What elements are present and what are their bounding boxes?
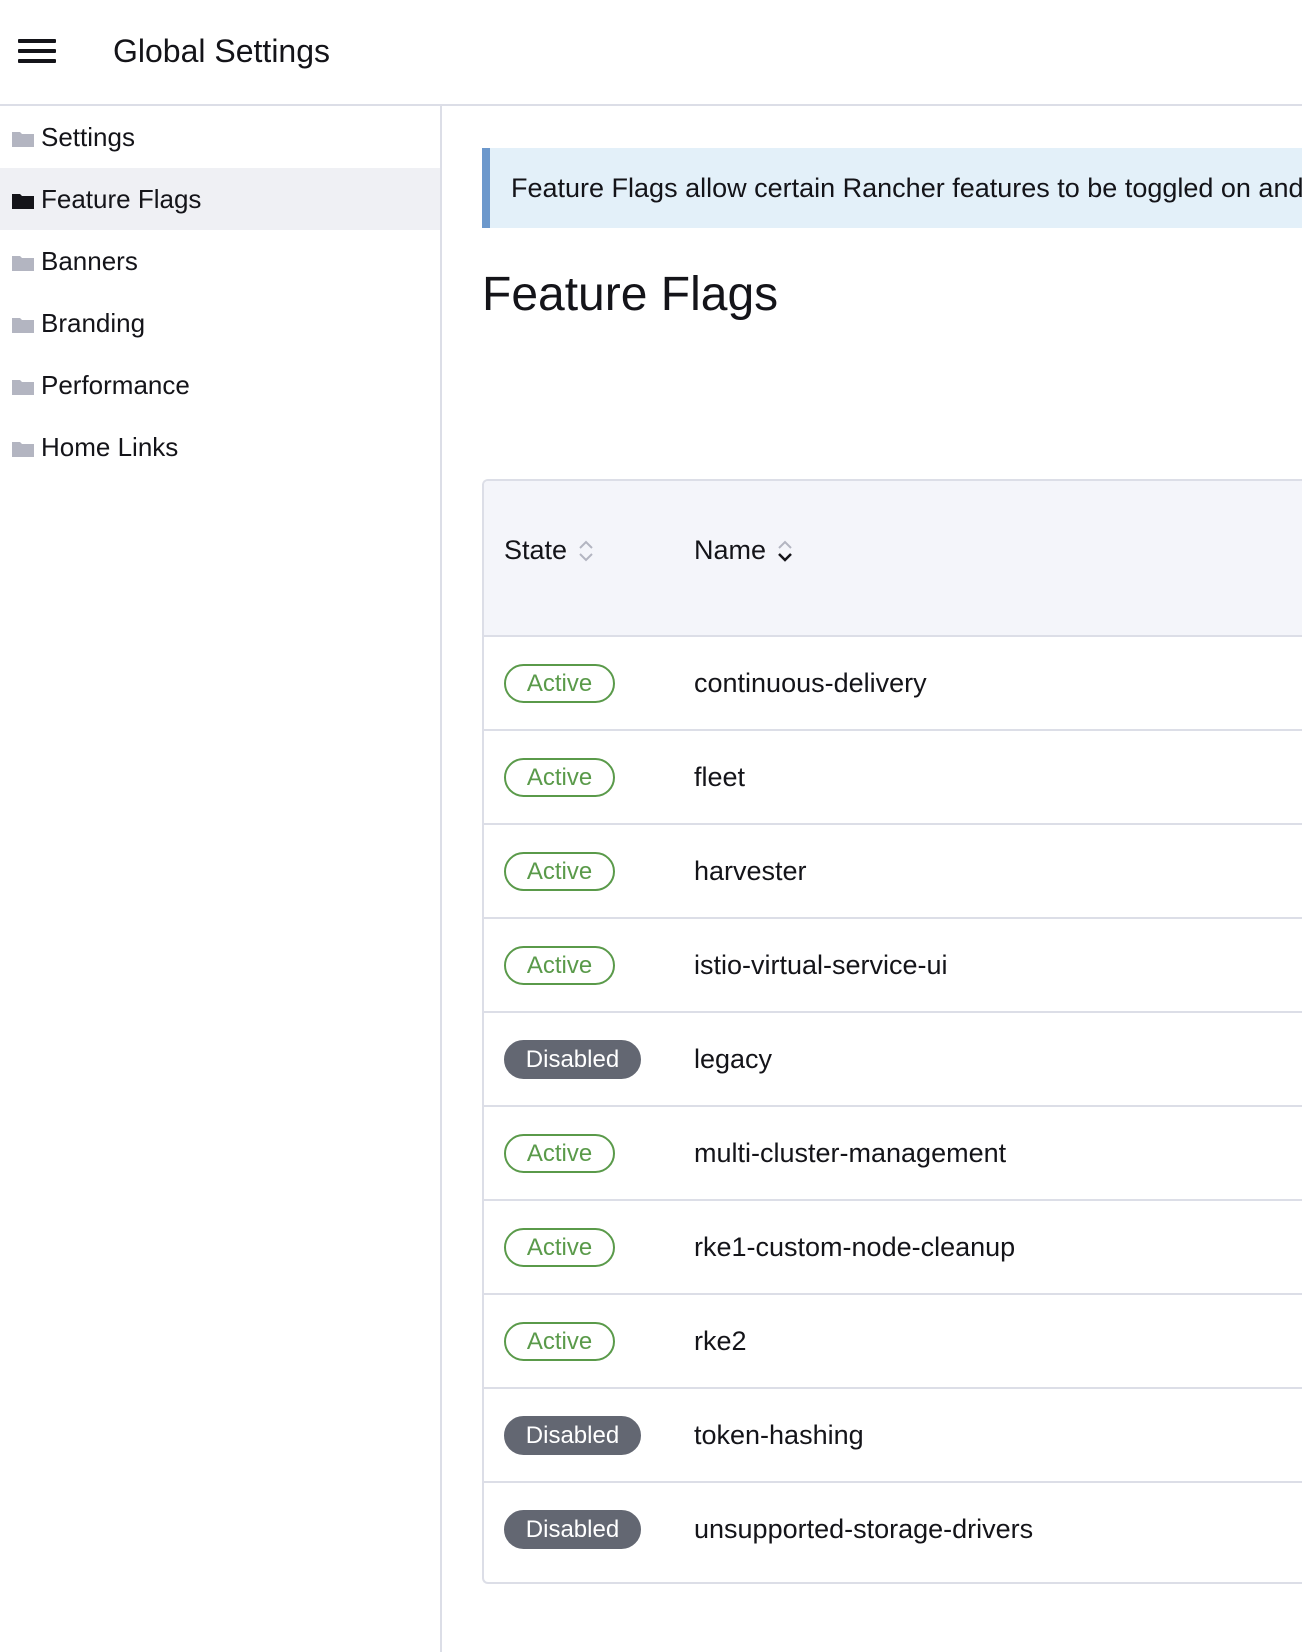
sidebar-item-label: Home Links xyxy=(41,431,179,462)
sidebar-item-feature-flags[interactable]: Feature Flags xyxy=(0,168,440,230)
status-badge: Active xyxy=(504,664,615,703)
table-row[interactable]: Active fleet xyxy=(484,731,1302,825)
top-header: Global Settings xyxy=(0,0,1302,106)
status-badge: Active xyxy=(504,758,615,797)
sort-icon xyxy=(577,537,595,565)
sidebar-item-label: Feature Flags xyxy=(41,183,202,214)
table-row[interactable]: Disabled token-hashing xyxy=(484,1389,1302,1483)
status-badge: Active xyxy=(504,946,615,985)
sort-desc-icon xyxy=(776,537,794,565)
feature-name: fleet xyxy=(694,762,746,792)
info-banner: Feature Flags allow certain Rancher feat… xyxy=(482,148,1302,228)
header-title: Global Settings xyxy=(113,33,331,69)
sidebar-item-label: Performance xyxy=(41,369,190,400)
table-row[interactable]: Active continuous-delivery xyxy=(484,637,1302,731)
table-row[interactable]: Active rke1-custom-node-cleanup xyxy=(484,1201,1302,1295)
banner-text: Feature Flags allow certain Rancher feat… xyxy=(511,172,1302,203)
status-badge: Disabled xyxy=(504,1040,641,1079)
table-row[interactable]: Active multi-cluster-management xyxy=(484,1107,1302,1201)
status-badge: Disabled xyxy=(504,1510,641,1549)
feature-name: rke1-custom-node-cleanup xyxy=(694,1232,1016,1262)
feature-name: multi-cluster-management xyxy=(694,1138,1007,1168)
table-row[interactable]: Disabled unsupported-storage-drivers xyxy=(484,1483,1302,1577)
table-header: State Name xyxy=(484,481,1302,637)
hamburger-menu-icon[interactable] xyxy=(18,37,56,65)
status-badge: Active xyxy=(504,1322,615,1361)
feature-name: rke2 xyxy=(694,1326,747,1356)
folder-icon xyxy=(12,131,34,147)
status-badge: Active xyxy=(504,852,615,891)
table-row[interactable]: Active harvester xyxy=(484,825,1302,919)
table-row[interactable]: Disabled legacy xyxy=(484,1013,1302,1107)
table-body: Active continuous-delivery Active fleet Acti… xyxy=(484,637,1302,1577)
folder-icon xyxy=(12,317,34,333)
feature-name: legacy xyxy=(694,1044,773,1074)
status-badge: Active xyxy=(504,1134,615,1173)
sidebar-item-label: Banners xyxy=(41,245,138,276)
sidebar-item-label: Branding xyxy=(41,307,146,338)
table-row[interactable]: Active rke2 xyxy=(484,1295,1302,1389)
feature-name: token-hashing xyxy=(694,1420,864,1450)
folder-icon xyxy=(12,379,34,395)
folder-icon xyxy=(12,255,34,271)
status-badge: Disabled xyxy=(504,1416,641,1455)
column-header-label: Name xyxy=(694,535,767,565)
feature-name: continuous-delivery xyxy=(694,668,927,698)
status-badge: Active xyxy=(504,1228,615,1267)
column-header-state[interactable]: State xyxy=(504,535,595,566)
folder-icon xyxy=(12,441,34,457)
feature-flags-table: State Name Active continuous-delivery Ac… xyxy=(482,479,1302,1584)
page-title: Feature Flags xyxy=(482,268,779,321)
sidebar-item-performance[interactable]: Performance xyxy=(0,354,440,416)
feature-name: harvester xyxy=(694,856,807,886)
feature-name: unsupported-storage-drivers xyxy=(694,1514,1034,1544)
sidebar-item-label: Settings xyxy=(41,121,135,152)
sidebar-item-branding[interactable]: Branding xyxy=(0,292,440,354)
folder-icon xyxy=(12,193,34,209)
column-header-label: State xyxy=(504,535,568,565)
sidebar-item-settings[interactable]: Settings xyxy=(0,106,440,168)
feature-name: istio-virtual-service-ui xyxy=(694,950,948,980)
column-header-name[interactable]: Name xyxy=(694,535,794,566)
settings-sidebar: Settings Feature Flags Banners Branding … xyxy=(0,106,442,1652)
sidebar-item-home-links[interactable]: Home Links xyxy=(0,416,440,478)
main-content: Feature Flags allow certain Rancher feat… xyxy=(442,106,1302,1652)
table-row[interactable]: Active istio-virtual-service-ui xyxy=(484,919,1302,1013)
sidebar-item-banners[interactable]: Banners xyxy=(0,230,440,292)
